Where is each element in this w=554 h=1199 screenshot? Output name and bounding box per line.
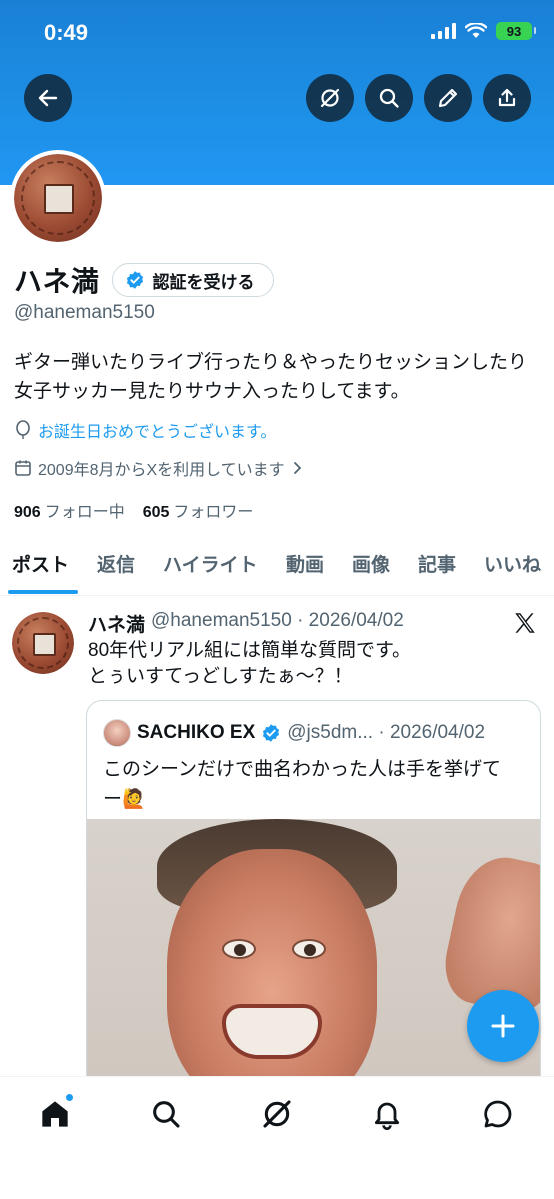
notification-dot bbox=[65, 1093, 74, 1102]
joined-text: 2009年8月からXを利用しています bbox=[38, 462, 285, 479]
post-text: 80年代リアル組には簡単な質問です。 とぅいすてっどしすたぁ〜？！ bbox=[88, 638, 528, 690]
following-link[interactable]: 906 フォロー中 bbox=[14, 498, 125, 522]
status-indicators: 93 bbox=[431, 22, 536, 40]
compose-post-button[interactable] bbox=[467, 990, 539, 1062]
share-icon bbox=[498, 88, 516, 107]
share-button[interactable] bbox=[483, 74, 531, 122]
x-logo-icon bbox=[515, 613, 535, 633]
profile-tabs: ポスト 返信 ハイライト 動画 画像 記事 いいね bbox=[0, 536, 554, 596]
verified-badge-icon bbox=[126, 271, 143, 289]
joined-date[interactable]: 2009年8月からXを利用しています bbox=[14, 456, 303, 480]
get-verified-button[interactable]: 認証を受ける bbox=[111, 263, 274, 297]
back-arrow-icon bbox=[38, 89, 58, 107]
profile-name-row: ハネ満 認証を受ける bbox=[14, 260, 274, 300]
display-name: ハネ満 bbox=[14, 266, 100, 297]
birthday-text: お誕生日おめでとうございます。 bbox=[38, 424, 277, 441]
edit-icon bbox=[438, 88, 458, 108]
quoted-post[interactable]: SACHIKO EX @js5dm... · 2026/04/02 このシーンだ… bbox=[86, 700, 541, 1120]
active-tab-indicator bbox=[8, 590, 78, 594]
quoted-post-text: このシーンだけで曲名わかった人は手を挙げて ー🙋 bbox=[103, 755, 523, 815]
quoted-author-avatar bbox=[103, 719, 131, 747]
post-text-line: とぅいすてっどしすたぁ〜？！ bbox=[88, 666, 353, 687]
edit-button[interactable] bbox=[424, 74, 472, 122]
coin-avatar-image bbox=[12, 612, 74, 674]
tab-highlights[interactable]: ハイライト bbox=[163, 550, 258, 577]
post-meta: @haneman5150 · 2026/04/02 bbox=[151, 610, 404, 631]
quoted-text-line: このシーンだけで曲名わかった人は手を挙げて bbox=[103, 759, 502, 780]
plus-icon bbox=[491, 1014, 515, 1038]
tab-posts[interactable]: ポスト bbox=[12, 550, 69, 577]
quoted-post-meta: @js5dm... · 2026/04/02 bbox=[287, 722, 486, 743]
grok-icon bbox=[320, 88, 340, 108]
balloon-icon bbox=[16, 420, 30, 439]
verified-badge-icon bbox=[263, 724, 280, 742]
search-button[interactable] bbox=[365, 74, 413, 122]
search-icon bbox=[379, 88, 399, 108]
nav-search[interactable] bbox=[149, 1097, 183, 1131]
tab-replies[interactable]: 返信 bbox=[97, 550, 135, 577]
followers-label: フォロワー bbox=[173, 504, 254, 521]
followers-link[interactable]: 605 フォロワー bbox=[143, 498, 254, 522]
messages-icon bbox=[484, 1100, 512, 1128]
tab-articles[interactable]: 記事 bbox=[418, 550, 456, 577]
followers-count: 605 bbox=[142, 504, 170, 521]
tab-videos[interactable]: 動画 bbox=[286, 550, 324, 577]
quoted-post-image[interactable] bbox=[87, 819, 540, 1119]
cellular-signal-icon bbox=[431, 23, 456, 39]
status-time: 0:49 bbox=[44, 20, 89, 45]
post-author-avatar[interactable] bbox=[12, 612, 74, 674]
grok-button[interactable] bbox=[306, 74, 354, 122]
tab-likes[interactable]: いいね bbox=[484, 550, 541, 577]
bio-line: ギター弾いたりライブ行ったり＆やったりセッションしたり bbox=[14, 352, 528, 373]
follow-stats: 906 フォロー中 605 フォロワー bbox=[14, 498, 253, 522]
home-icon bbox=[42, 1101, 68, 1127]
post-author-name[interactable]: ハネ満 bbox=[88, 610, 145, 637]
quoted-post-header: SACHIKO EX @js5dm... · 2026/04/02 bbox=[103, 719, 485, 747]
following-count: 906 bbox=[14, 504, 41, 521]
search-icon bbox=[153, 1101, 180, 1128]
profile-bio: ギター弾いたりライブ行ったり＆やったりセッションしたり 女子サッカー見たりサウナ… bbox=[14, 348, 544, 406]
get-verified-label: 認証を受ける bbox=[152, 272, 255, 292]
coin-avatar-image bbox=[14, 154, 102, 242]
nav-notifications[interactable] bbox=[370, 1097, 404, 1131]
grok-icon bbox=[263, 1100, 291, 1128]
back-button[interactable] bbox=[24, 74, 72, 122]
tab-images[interactable]: 画像 bbox=[352, 550, 390, 577]
birthday-message: お誕生日おめでとうございます。 bbox=[14, 418, 276, 442]
post-text-line: 80年代リアル組には簡単な質問です。 bbox=[88, 640, 412, 661]
nav-home[interactable] bbox=[38, 1093, 74, 1131]
post-header: ハネ満 @haneman5150 · 2026/04/02 bbox=[88, 610, 404, 637]
bottom-navigation bbox=[0, 1076, 554, 1199]
bio-line: 女子サッカー見たりサウナ入ったりしてます。 bbox=[14, 381, 410, 402]
battery-indicator: 93 bbox=[496, 22, 536, 40]
nav-messages[interactable] bbox=[481, 1097, 515, 1131]
calendar-icon bbox=[15, 460, 31, 476]
status-bar: 0:49 93 bbox=[0, 0, 554, 68]
profile-handle: @haneman5150 bbox=[14, 302, 155, 323]
quoted-author-name: SACHIKO EX bbox=[137, 722, 256, 743]
quoted-text-line: ー🙋 bbox=[103, 789, 146, 810]
wifi-icon bbox=[465, 23, 487, 38]
chevron-right-icon bbox=[293, 462, 301, 474]
nav-grok[interactable] bbox=[260, 1097, 294, 1131]
battery-level: 93 bbox=[506, 23, 522, 39]
following-label: フォロー中 bbox=[44, 504, 125, 521]
notifications-icon bbox=[374, 1102, 400, 1130]
profile-avatar[interactable] bbox=[10, 150, 106, 246]
